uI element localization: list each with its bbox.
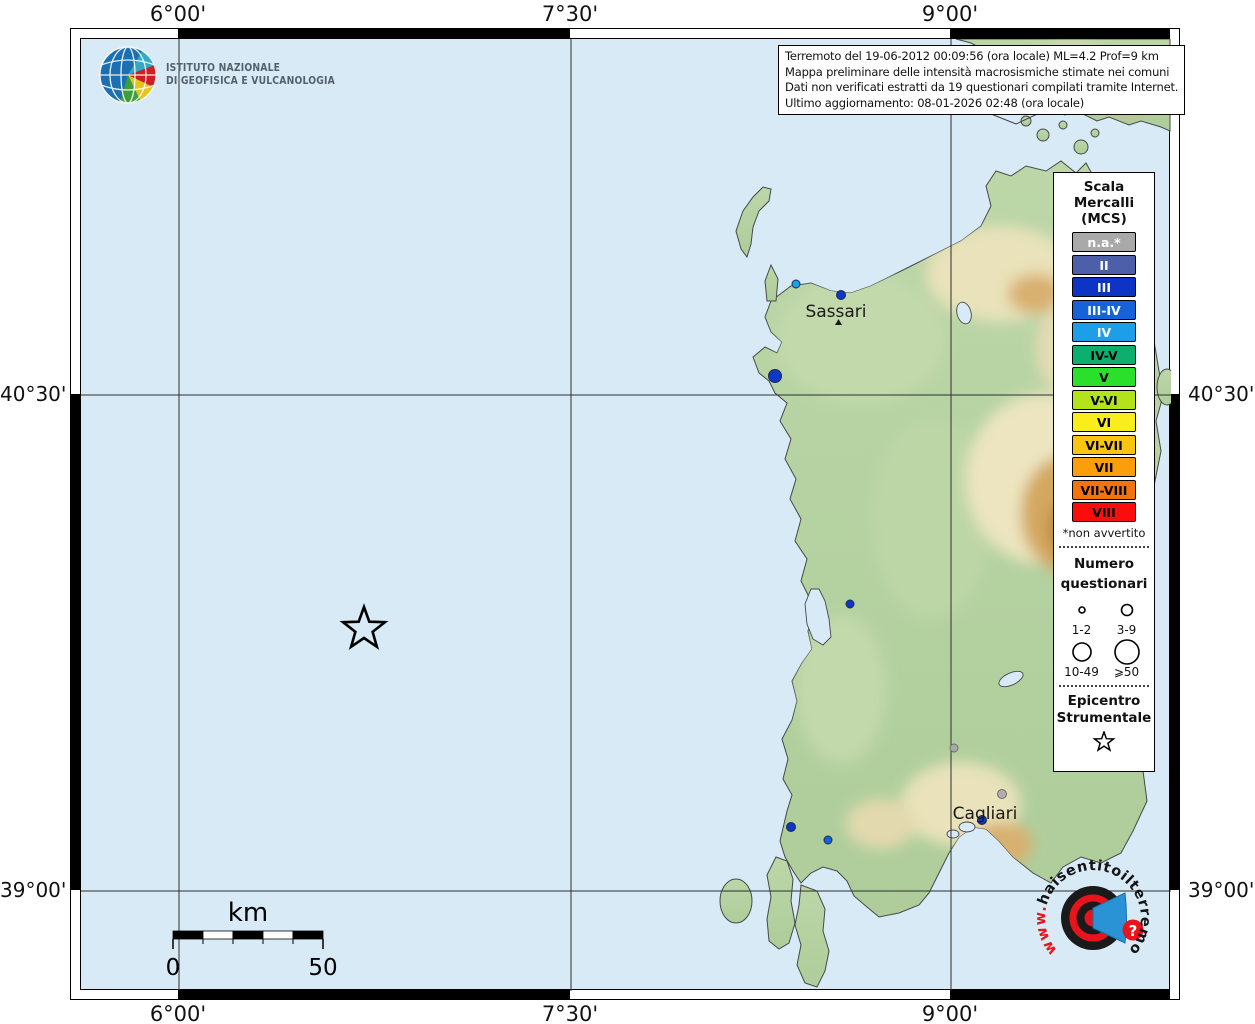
frame-segment [1170, 394, 1180, 890]
legend-swatch: VI-VII [1072, 435, 1136, 455]
legend-swatch: III [1072, 277, 1136, 297]
axis-label-left-4030: 40°30' [0, 382, 66, 406]
scale-bar-unit: km [228, 898, 268, 928]
frame-segment [950, 990, 1170, 1000]
axis-label-top-6: 6°00' [150, 2, 206, 26]
map-canvas: Sassari Cagliari km 0 50 [80, 38, 1170, 990]
legend-swatch: VII [1072, 457, 1136, 477]
legend-swatch: n.a.* [1072, 232, 1136, 252]
city-label-cagliari: Cagliari [953, 804, 1018, 824]
frame-segment [950, 28, 1170, 38]
axis-label-top-9: 9°00' [922, 2, 978, 26]
axis-label-right-4030: 40°30' [1188, 382, 1254, 406]
axis-label-right-3900: 39°00' [1188, 878, 1254, 902]
axis-label-bottom-6: 6°00' [150, 1002, 206, 1024]
questionnaire-size-label: 3-9 [1104, 624, 1149, 637]
questionnaire-size-item: 10-49 [1059, 638, 1104, 679]
mercalli-scale-swatches: n.a.* IIIII III-IVIV IV-VV V-VIVI VI-VIIVII VI… [1054, 232, 1154, 522]
epicenter-star [343, 607, 385, 647]
legend-swatch: III-IV [1072, 300, 1136, 320]
legend-swatch: V-VI [1072, 390, 1136, 410]
legend-divider [1059, 546, 1149, 548]
ingv-logo: ISTITUTO NAZIONALE DI GEOFISICA E VULCAN… [98, 45, 358, 105]
epicenter-star-icon [1054, 731, 1154, 757]
seismic-intensity-map-page: 6°00' 7°30' 9°00' 6°00' 7°30' 9°00' 40°3… [0, 0, 1255, 1024]
questionnaire-size-item: ⩾50 [1104, 638, 1149, 679]
watermark-www: www. [1033, 903, 1061, 957]
intensity-point [950, 744, 958, 752]
scale-bar-min: 0 [166, 955, 181, 981]
frame-segment [178, 990, 570, 1000]
intensity-point [792, 280, 800, 288]
legend-title-line1: Scala [1054, 179, 1154, 195]
info-line-maptype: Mappa preliminare delle intensità macros… [785, 65, 1178, 81]
intensity-point [837, 291, 846, 300]
legend-title-line3: (MCS) [1054, 211, 1154, 227]
info-line-event: Terremoto del 19-06-2012 00:09:56 (ora l… [785, 49, 1178, 65]
legend-swatch: II [1072, 255, 1136, 275]
intensity-point [769, 370, 782, 383]
axis-label-bottom-9: 9°00' [922, 1002, 978, 1024]
intensity-point [846, 600, 854, 608]
questionnaire-size-item: 1-2 [1059, 596, 1104, 637]
map-svg: Sassari Cagliari km 0 50 [81, 39, 1171, 991]
frame-segment [178, 28, 570, 38]
legend-footnote: *non avvertito [1054, 526, 1154, 540]
epicenter-title-line2: Strumentale [1054, 710, 1154, 727]
ingv-globe-icon [98, 45, 158, 105]
legend-swatch: IV [1072, 322, 1136, 342]
earthquake-info-box: Terremoto del 19-06-2012 00:09:56 (ora l… [778, 45, 1185, 115]
questionnaire-size-label: 1-2 [1059, 624, 1104, 637]
info-line-data: Dati non verificati estratti da 19 quest… [785, 80, 1178, 96]
institute-name-line1: ISTITUTO NAZIONALE [166, 62, 335, 75]
info-line-update: Ultimo aggiornamento: 08-01-2026 02:48 (… [785, 96, 1178, 112]
legend-swatch: VII-VIII [1072, 480, 1136, 500]
axis-label-left-3900: 39°00' [0, 878, 66, 902]
legend-divider [1059, 685, 1149, 687]
questionnaire-size-grid: 1-23-9 10-49⩾50 [1054, 596, 1154, 679]
questionnaire-size-label: ⩾50 [1104, 666, 1149, 679]
legend-panel: Scala Mercalli (MCS) n.a.* IIIII III-IVIV I… [1053, 172, 1155, 772]
axis-label-bottom-730: 7°30' [542, 1002, 598, 1024]
intensity-point [824, 836, 832, 844]
legend-swatch: VI [1072, 412, 1136, 432]
questionnaire-size-label: 10-49 [1059, 666, 1104, 679]
watermark-tld: .it [81, 39, 85, 43]
scale-bar-max: 50 [308, 955, 337, 981]
legend-swatch: V [1072, 367, 1136, 387]
scale-bar: km 0 50 [166, 898, 338, 981]
intensity-point [787, 823, 796, 832]
questionnaire-title-line1: Numero [1054, 554, 1154, 574]
intensity-point [998, 790, 1007, 799]
legend-swatch: VIII [1072, 502, 1136, 522]
epicenter-title-line1: Epicentro [1054, 693, 1154, 710]
city-label-sassari: Sassari [805, 302, 866, 322]
frame-segment [70, 394, 80, 890]
institute-name-line2: DI GEOFISICA E VULCANOLOGIA [166, 75, 335, 88]
legend-title-line2: Mercalli [1054, 195, 1154, 211]
questionnaire-size-item: 3-9 [1104, 596, 1149, 637]
questionnaire-title-line2: questionari [1054, 574, 1154, 594]
legend-swatch: IV-V [1072, 345, 1136, 365]
axis-label-top-730: 7°30' [542, 2, 598, 26]
